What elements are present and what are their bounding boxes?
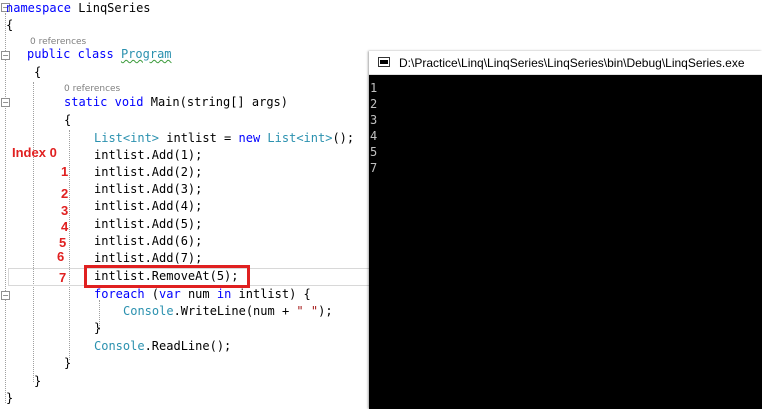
- index-annotation-5: 5: [59, 235, 67, 250]
- writeline-line: Console.WriteLine(num + " ");: [123, 303, 333, 320]
- writeline-end: );: [318, 304, 333, 318]
- foreach-line: foreach (var num in intlist) {: [94, 286, 311, 303]
- index-annotation-0: Index 0: [12, 145, 57, 160]
- new-keyword: new: [238, 131, 261, 145]
- console-output-line: 2: [370, 97, 378, 111]
- method-signature: Main(string[] args): [150, 95, 289, 109]
- class-name: Program: [120, 47, 172, 61]
- method-references-link[interactable]: 0 references: [64, 84, 120, 94]
- public-keyword: public: [27, 47, 71, 61]
- list-type-2: List<int>: [260, 131, 333, 145]
- console-titlebar[interactable]: D:\Practice\Linq\LinqSeries\LinqSeries\b…: [369, 51, 762, 75]
- decl-end: ();: [332, 131, 355, 145]
- outline-guide: [5, 13, 6, 403]
- foreach-open: (: [144, 287, 160, 301]
- static-keyword: static: [64, 95, 108, 109]
- in-keyword: in: [216, 287, 232, 301]
- index-annotation-2: 2: [61, 186, 69, 201]
- void-keyword: void: [114, 95, 144, 109]
- console-title: D:\Practice\Linq\LinqSeries\LinqSeries\b…: [399, 56, 745, 70]
- namespace-line: namespace LinqSeries: [6, 0, 151, 17]
- foreach-rest: intlist) {: [231, 287, 311, 301]
- removeat-highlight-box: [84, 265, 250, 288]
- console-output-line: 3: [370, 113, 378, 127]
- console-output-line: 7: [370, 161, 378, 175]
- index-annotation-6: 6: [57, 249, 65, 264]
- console-window[interactable]: D:\Practice\Linq\LinqSeries\LinqSeries\b…: [369, 51, 762, 409]
- method-close-brace: }: [64, 356, 72, 370]
- foreach-close-brace: }: [94, 321, 102, 335]
- add-line-4: intlist.Add(4);: [94, 199, 203, 213]
- console-output-line: 1: [370, 81, 378, 95]
- loop-variable: num: [180, 287, 217, 301]
- console-app-icon[interactable]: [378, 57, 390, 67]
- index-annotation-1: 1: [61, 164, 69, 179]
- add-line-3: intlist.Add(3);: [94, 182, 203, 196]
- var-keyword: var: [159, 287, 181, 301]
- console-type-2: Console: [94, 339, 145, 353]
- add-line-6: intlist.Add(6);: [94, 234, 203, 248]
- foreach-keyword: foreach: [94, 287, 145, 301]
- index-annotation-3: 3: [61, 203, 69, 218]
- indent-guide: [69, 130, 70, 360]
- namespace-keyword: namespace: [6, 1, 72, 15]
- console-output-area[interactable]: 1 2 3 4 5 7: [369, 76, 762, 409]
- add-line-1: intlist.Add(1);: [94, 148, 203, 162]
- namespace-open-brace: {: [6, 18, 14, 32]
- add-line-5: intlist.Add(5);: [94, 217, 203, 231]
- console-output-line: 5: [370, 145, 378, 159]
- writeline-call: .WriteLine(num +: [173, 304, 297, 318]
- console-type: Console: [123, 304, 174, 318]
- list-type: List<int>: [94, 131, 160, 145]
- list-declaration-line: List<int> intlist = new List<int>();: [94, 130, 354, 147]
- collapse-foreach-icon[interactable]: −: [1, 291, 10, 300]
- method-open-brace: {: [64, 113, 72, 127]
- collapse-class-icon[interactable]: −: [1, 51, 10, 60]
- collapse-method-icon[interactable]: −: [1, 98, 10, 107]
- namespace-close-brace: }: [6, 391, 14, 405]
- index-annotation-7: 7: [59, 270, 67, 285]
- readline-call: .ReadLine();: [144, 339, 232, 353]
- add-line-2: intlist.Add(2);: [94, 165, 203, 179]
- index-annotation-4: 4: [61, 219, 69, 234]
- class-keyword: class: [77, 47, 114, 61]
- indent-guide: [33, 82, 34, 382]
- method-declaration: static void Main(string[] args): [64, 94, 288, 111]
- class-close-brace: }: [34, 374, 42, 388]
- readline-line: Console.ReadLine();: [94, 338, 231, 355]
- decl-mid: intlist =: [159, 131, 239, 145]
- class-declaration: public class Program: [27, 46, 172, 63]
- console-output-line: 4: [370, 129, 378, 143]
- class-open-brace: {: [34, 65, 42, 79]
- space-string: " ": [296, 304, 319, 318]
- namespace-name: LinqSeries: [78, 1, 151, 15]
